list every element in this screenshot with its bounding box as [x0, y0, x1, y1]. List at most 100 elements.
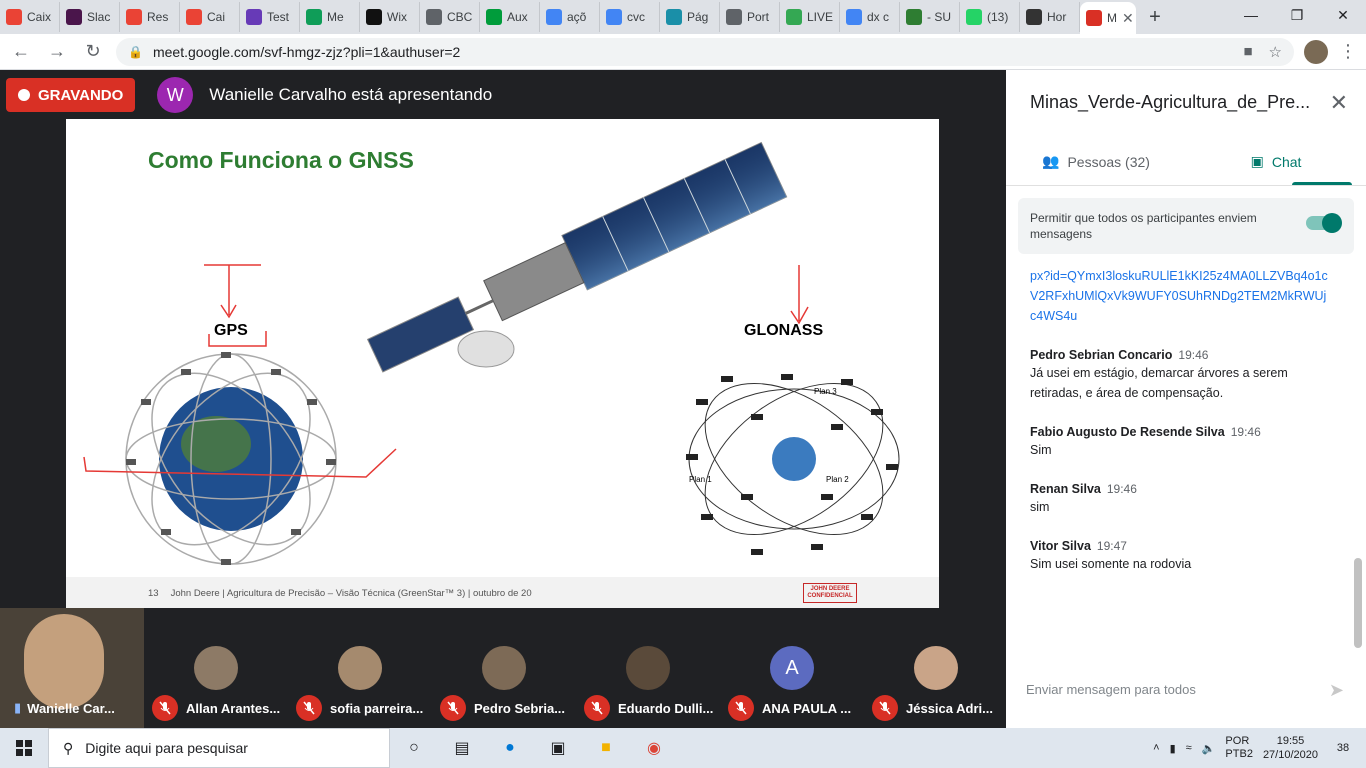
- forward-button[interactable]: →: [44, 39, 70, 65]
- camera-icon[interactable]: ■: [1243, 43, 1252, 61]
- profile-avatar[interactable]: [1304, 39, 1328, 64]
- reload-button[interactable]: ↻: [80, 39, 106, 65]
- forms-icon: [246, 9, 262, 25]
- self-video-face: [24, 614, 104, 709]
- chat-message: Pedro Sebrian Concario 19:46 Já usei em es…: [1030, 348, 1330, 403]
- chat-compose-input[interactable]: Enviar mensagem para todos: [1026, 682, 1196, 697]
- chat-scrollbar[interactable]: [1354, 558, 1362, 648]
- browser-tab[interactable]: CBC: [420, 2, 480, 32]
- tray-chevron-icon[interactable]: ˄: [1153, 742, 1159, 754]
- presenter-info: W Wanielle Carvalho está apresentando: [157, 77, 492, 113]
- allow-messages-text: Permitir que todos os participantes envi…: [1030, 211, 1257, 241]
- battery-icon[interactable]: ▮: [1170, 742, 1176, 755]
- address-bar[interactable]: 🔒 meet.google.com/svf-hmgz-zjz?pli=1&aut…: [116, 37, 1294, 66]
- participant-name: ANA PAULA ...: [762, 700, 852, 716]
- recording-icon: [1086, 10, 1102, 26]
- clock[interactable]: 19:55 27/10/2020: [1263, 734, 1318, 762]
- browser-tab[interactable]: (13): [960, 2, 1020, 32]
- slide-footer-text: John Deere | Agricultura de Precisão – V…: [170, 587, 532, 599]
- store-icon[interactable]: ▣: [534, 728, 582, 768]
- people-icon: 👥: [1042, 153, 1060, 169]
- close-window-button[interactable]: ✕: [1320, 0, 1366, 30]
- participant-name: Eduardo Dulli...: [618, 700, 714, 716]
- taskbar-search[interactable]: ⚲ Digite aqui para pesquisar: [48, 728, 390, 768]
- participant-tile[interactable]: Allan Arantes...: [144, 608, 288, 728]
- bookmark-star-icon[interactable]: ☆: [1269, 43, 1282, 61]
- wifi-icon[interactable]: ≈: [1186, 742, 1192, 754]
- maximize-button[interactable]: ❐: [1274, 0, 1320, 30]
- browser-tab[interactable]: Test: [240, 2, 300, 32]
- edge-icon[interactable]: ●: [486, 728, 534, 768]
- browser-tab[interactable]: Me: [300, 2, 360, 32]
- browser-tab[interactable]: cvc: [600, 2, 660, 32]
- allow-messages-toggle[interactable]: [1306, 213, 1342, 233]
- tab-people[interactable]: 👥 Pessoas (32): [1006, 138, 1186, 185]
- slide-page-number: 13: [148, 587, 159, 599]
- participant-tile[interactable]: A ANA PAULA ...: [720, 608, 864, 728]
- tab-chat[interactable]: ▣ Chat: [1186, 138, 1366, 185]
- close-tab-icon[interactable]: ✕: [1122, 10, 1134, 27]
- panel-tabs: 👥 Pessoas (32) ▣ Chat: [1006, 138, 1366, 186]
- participant-name: Allan Arantes...: [186, 700, 281, 716]
- browser-tab[interactable]: Res: [120, 2, 180, 32]
- browser-tab[interactable]: LIVE: [780, 2, 840, 32]
- windows-taskbar: ⚲ Digite aqui para pesquisar ○ ▤ ● ▣ ■ ◉…: [0, 728, 1366, 768]
- participant-tile[interactable]: Eduardo Dulli...: [576, 608, 720, 728]
- browser-tab[interactable]: Aux: [480, 2, 540, 32]
- browser-tab[interactable]: M ✕: [1080, 2, 1136, 34]
- chat-time: 19:47: [1096, 539, 1127, 553]
- volume-icon[interactable]: 🔈: [1202, 742, 1216, 755]
- participant-tile[interactable]: sofia parreira...: [288, 608, 432, 728]
- browser-tab[interactable]: - SU: [900, 2, 960, 32]
- slack-icon: [66, 9, 82, 25]
- chat-message-header: Vitor Silva 19:47: [1030, 539, 1330, 553]
- send-icon[interactable]: ➤: [1329, 680, 1344, 701]
- participant-name-row: Allan Arantes...: [152, 695, 280, 721]
- chat-messages: px?id=QYmxI3loskuRULlE1kKI25z4MA0LLZVBq4…: [1030, 266, 1330, 574]
- meeting-title: Minas_Verde-Agricultura_de_Pre...: [1030, 92, 1311, 112]
- notification-center-icon[interactable]: 38: [1328, 733, 1358, 763]
- browser-tab[interactable]: Port: [720, 2, 780, 32]
- self-video-tile[interactable]: ▮ Wanielle Car...: [0, 608, 144, 728]
- recording-badge: GRAVANDO: [6, 78, 136, 112]
- annotation-drawings: [83, 264, 809, 478]
- minimize-button[interactable]: —: [1228, 0, 1274, 30]
- windows-start-icon[interactable]: [0, 728, 48, 768]
- browser-tab[interactable]: Caix: [0, 2, 60, 32]
- window-controls: — ❐ ✕: [1228, 0, 1366, 30]
- task-view-icon[interactable]: ▤: [438, 728, 486, 768]
- participant-tile[interactable]: Pedro Sebria...: [432, 608, 576, 728]
- new-tab-button[interactable]: +: [1140, 2, 1170, 32]
- participant-name-row: Eduardo Dulli...: [584, 695, 713, 721]
- browser-tab[interactable]: Wix: [360, 2, 420, 32]
- globe-icon: [426, 9, 442, 25]
- toggle-knob: [1322, 213, 1342, 233]
- browser-tab[interactable]: Slac: [60, 2, 120, 32]
- gmail-icon: [186, 9, 202, 25]
- cortana-icon[interactable]: ○: [390, 728, 438, 768]
- back-button[interactable]: ←: [8, 39, 34, 65]
- chat-sender: Fabio Augusto De Resende Silva: [1030, 425, 1225, 439]
- browser-menu-icon[interactable]: ⋮: [1338, 41, 1358, 62]
- chat-icon: ▣: [1250, 153, 1264, 169]
- browser-tab[interactable]: Hor: [1020, 2, 1080, 32]
- url-text: meet.google.com/svf-hmgz-zjz?pli=1&authu…: [152, 43, 461, 60]
- browser-tab[interactable]: açõ: [540, 2, 600, 32]
- chat-time: 19:46: [1106, 482, 1137, 496]
- browser-tab[interactable]: Cai: [180, 2, 240, 32]
- browser-tab[interactable]: dx c: [840, 2, 900, 32]
- participant-tile[interactable]: Jéssica Adri...: [864, 608, 1008, 728]
- file-explorer-icon[interactable]: ■: [582, 728, 630, 768]
- language-indicator[interactable]: POR PTB2: [1225, 735, 1253, 761]
- chat-message-header: Renan Silva 19:46: [1030, 482, 1330, 496]
- close-panel-icon[interactable]: ✕: [1330, 90, 1348, 116]
- chrome-icon[interactable]: ◉: [630, 728, 678, 768]
- chat-side-panel: Minas_Verde-Agricultura_de_Pre... ✕ 👥 Pe…: [1006, 70, 1366, 728]
- browser-tab-label: Test: [267, 10, 290, 24]
- browser-tab[interactable]: Pág: [660, 2, 720, 32]
- presentation-slide: Como Funciona o GNSS GPS GLONASS Plan 1 …: [66, 119, 939, 609]
- chat-link[interactable]: px?id=QYmxI3loskuRULlE1kKI25z4MA0LLZVBq4…: [1030, 266, 1330, 326]
- chat-body: Já usei em estágio, demarcar árvores a s…: [1030, 366, 1288, 400]
- meet-top-bar: GRAVANDO W Wanielle Carvalho está aprese…: [0, 70, 1006, 120]
- recording-label: GRAVANDO: [38, 86, 124, 104]
